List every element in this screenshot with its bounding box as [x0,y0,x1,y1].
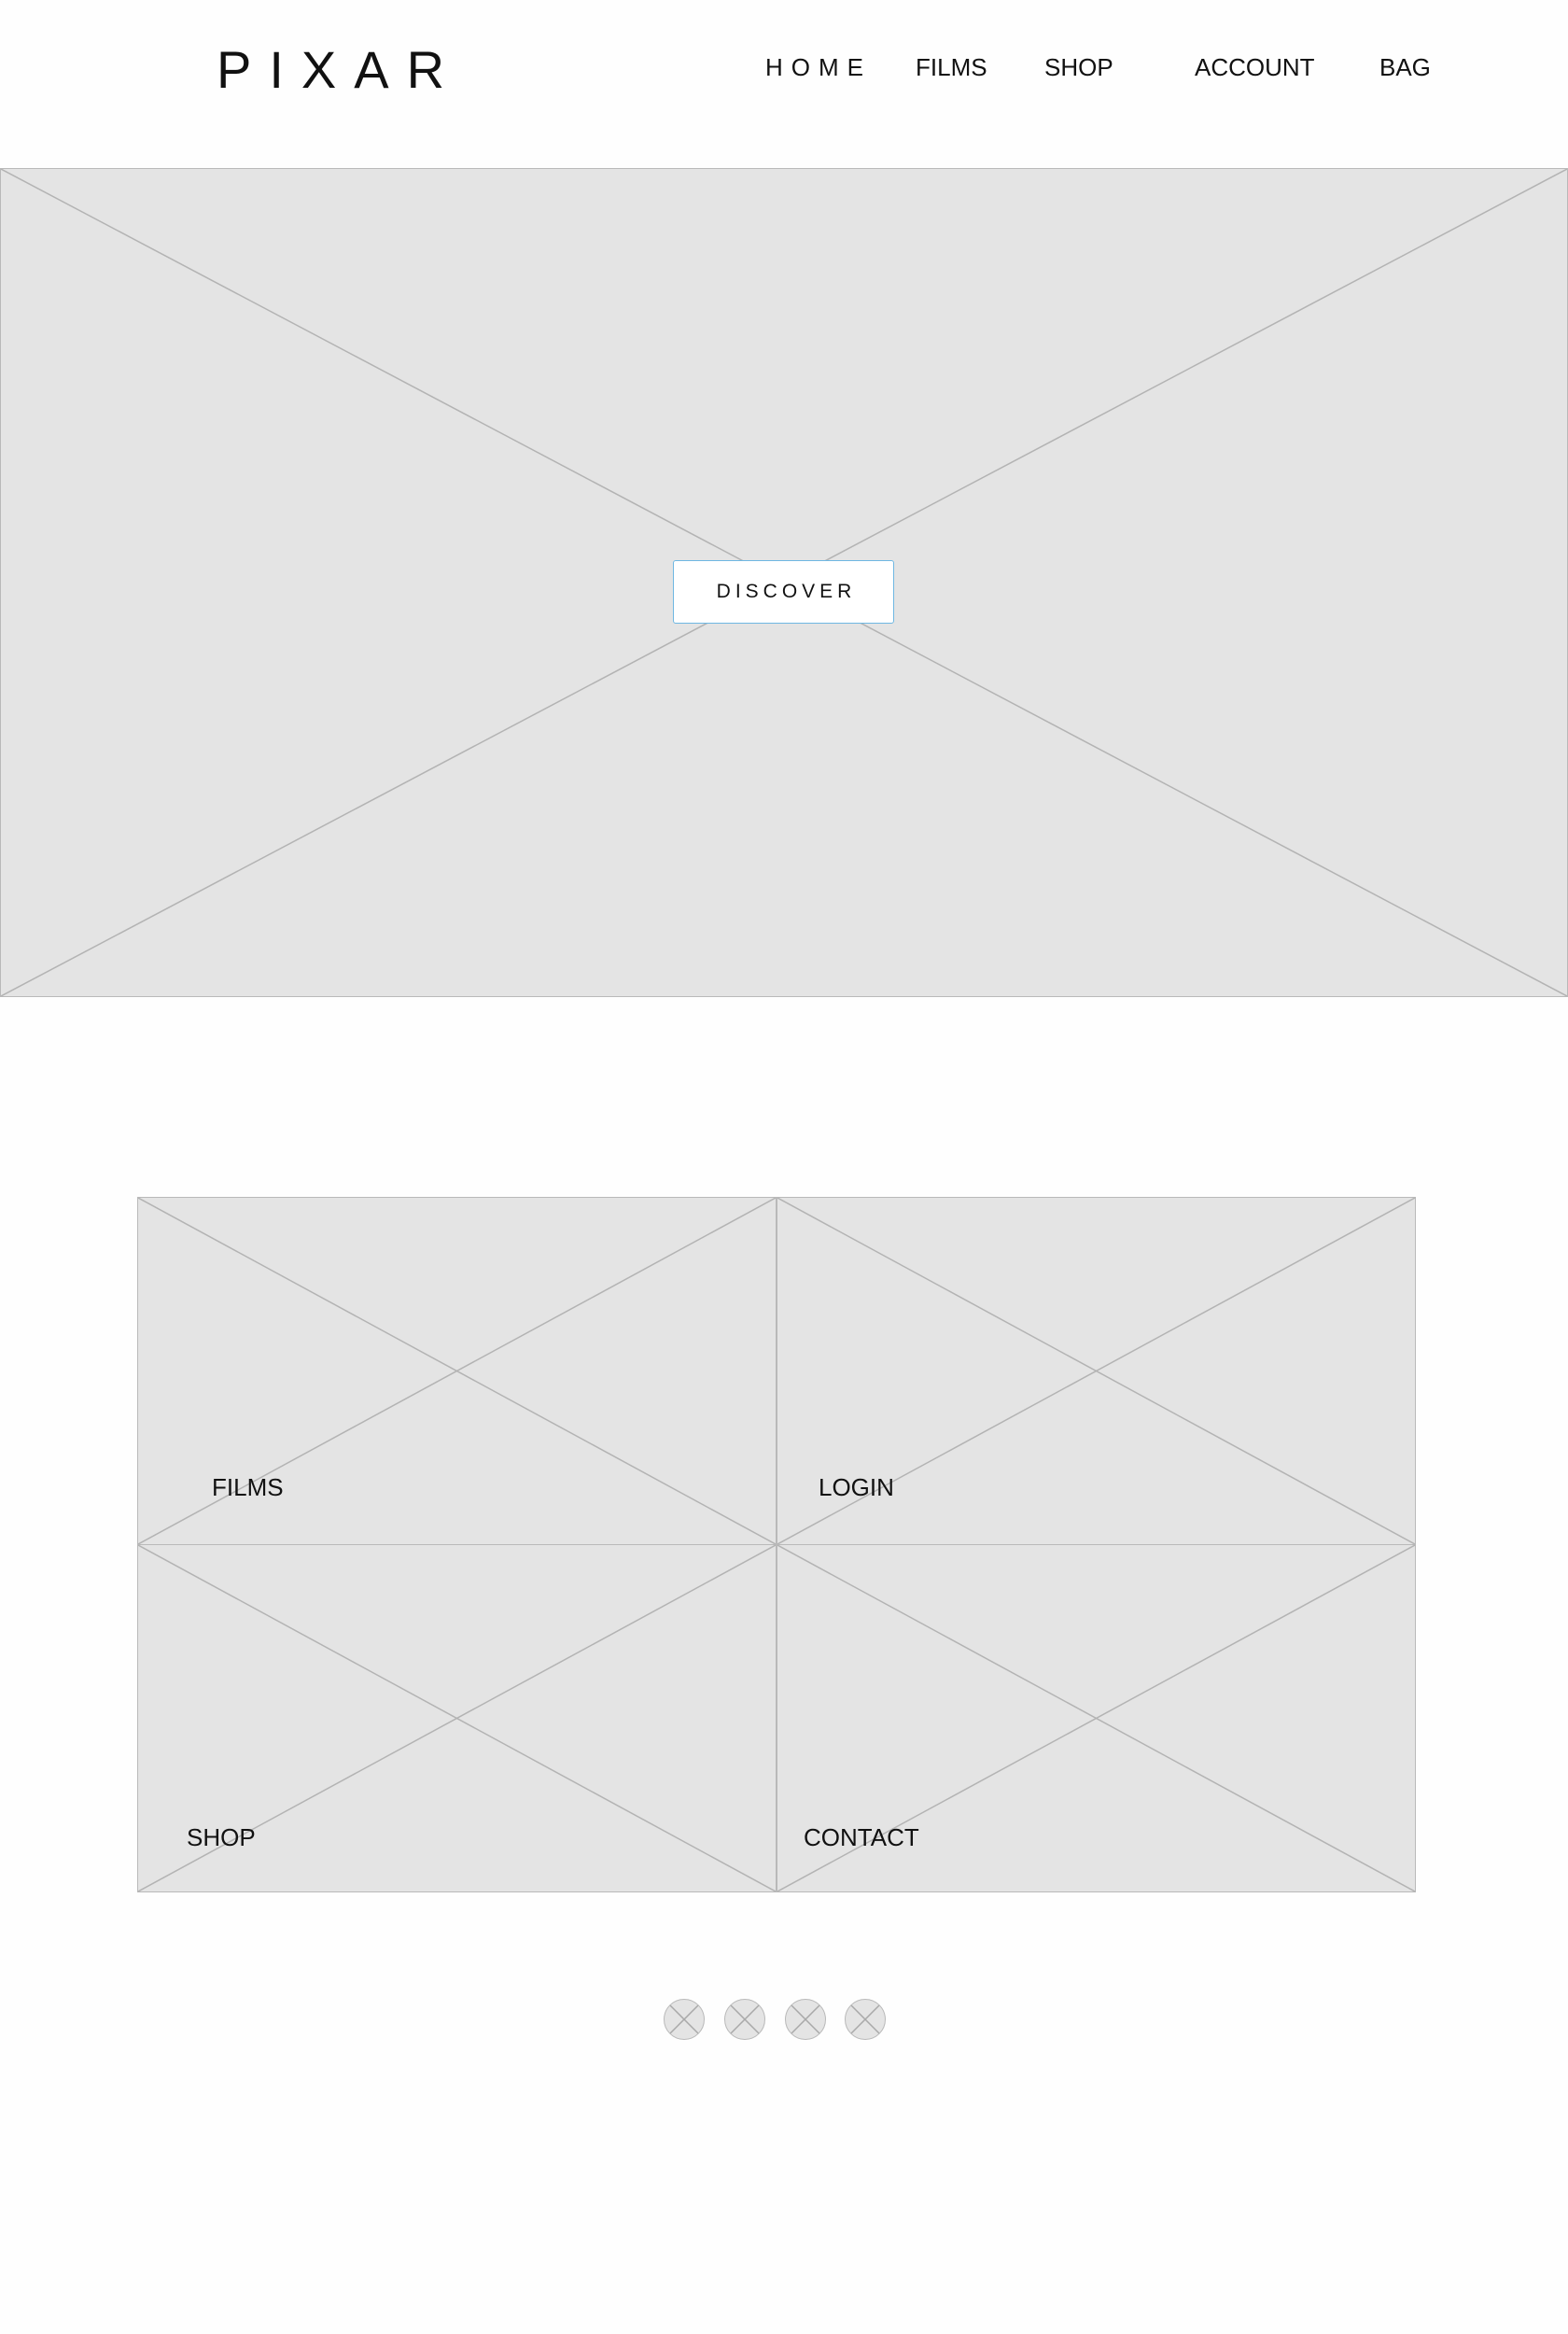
tile-contact[interactable]: CONTACT [777,1544,1416,1892]
tile-contact-label: CONTACT [804,1823,919,1851]
image-placeholder-icon [846,2000,885,2039]
image-placeholder-icon [786,2000,825,2039]
tile-films[interactable]: FILMS [137,1197,777,1545]
tile-shop-label: SHOP [187,1823,256,1851]
site-logo[interactable]: PIXAR [217,37,462,103]
nav-shop-link[interactable]: SHOP [1044,52,1113,82]
social-icon-4[interactable] [845,1999,886,2040]
social-icon-2[interactable] [724,1999,765,2040]
tile-shop[interactable]: SHOP [137,1544,777,1892]
nav-home-link[interactable]: HOME [765,52,872,82]
tile-login[interactable]: LOGIN [777,1197,1416,1545]
image-placeholder-icon [665,2000,704,2039]
social-icon-3[interactable] [785,1999,826,2040]
discover-button[interactable]: DISCOVER [673,560,894,624]
image-placeholder-icon [725,2000,764,2039]
tile-login-label: LOGIN [819,1473,894,1501]
nav-films-link[interactable]: FILMS [916,52,987,82]
nav-bag-link[interactable]: BAG [1379,52,1431,82]
social-icon-1[interactable] [664,1999,705,2040]
tile-films-label: FILMS [212,1473,284,1501]
nav-account-link[interactable]: ACCOUNT [1195,52,1315,82]
